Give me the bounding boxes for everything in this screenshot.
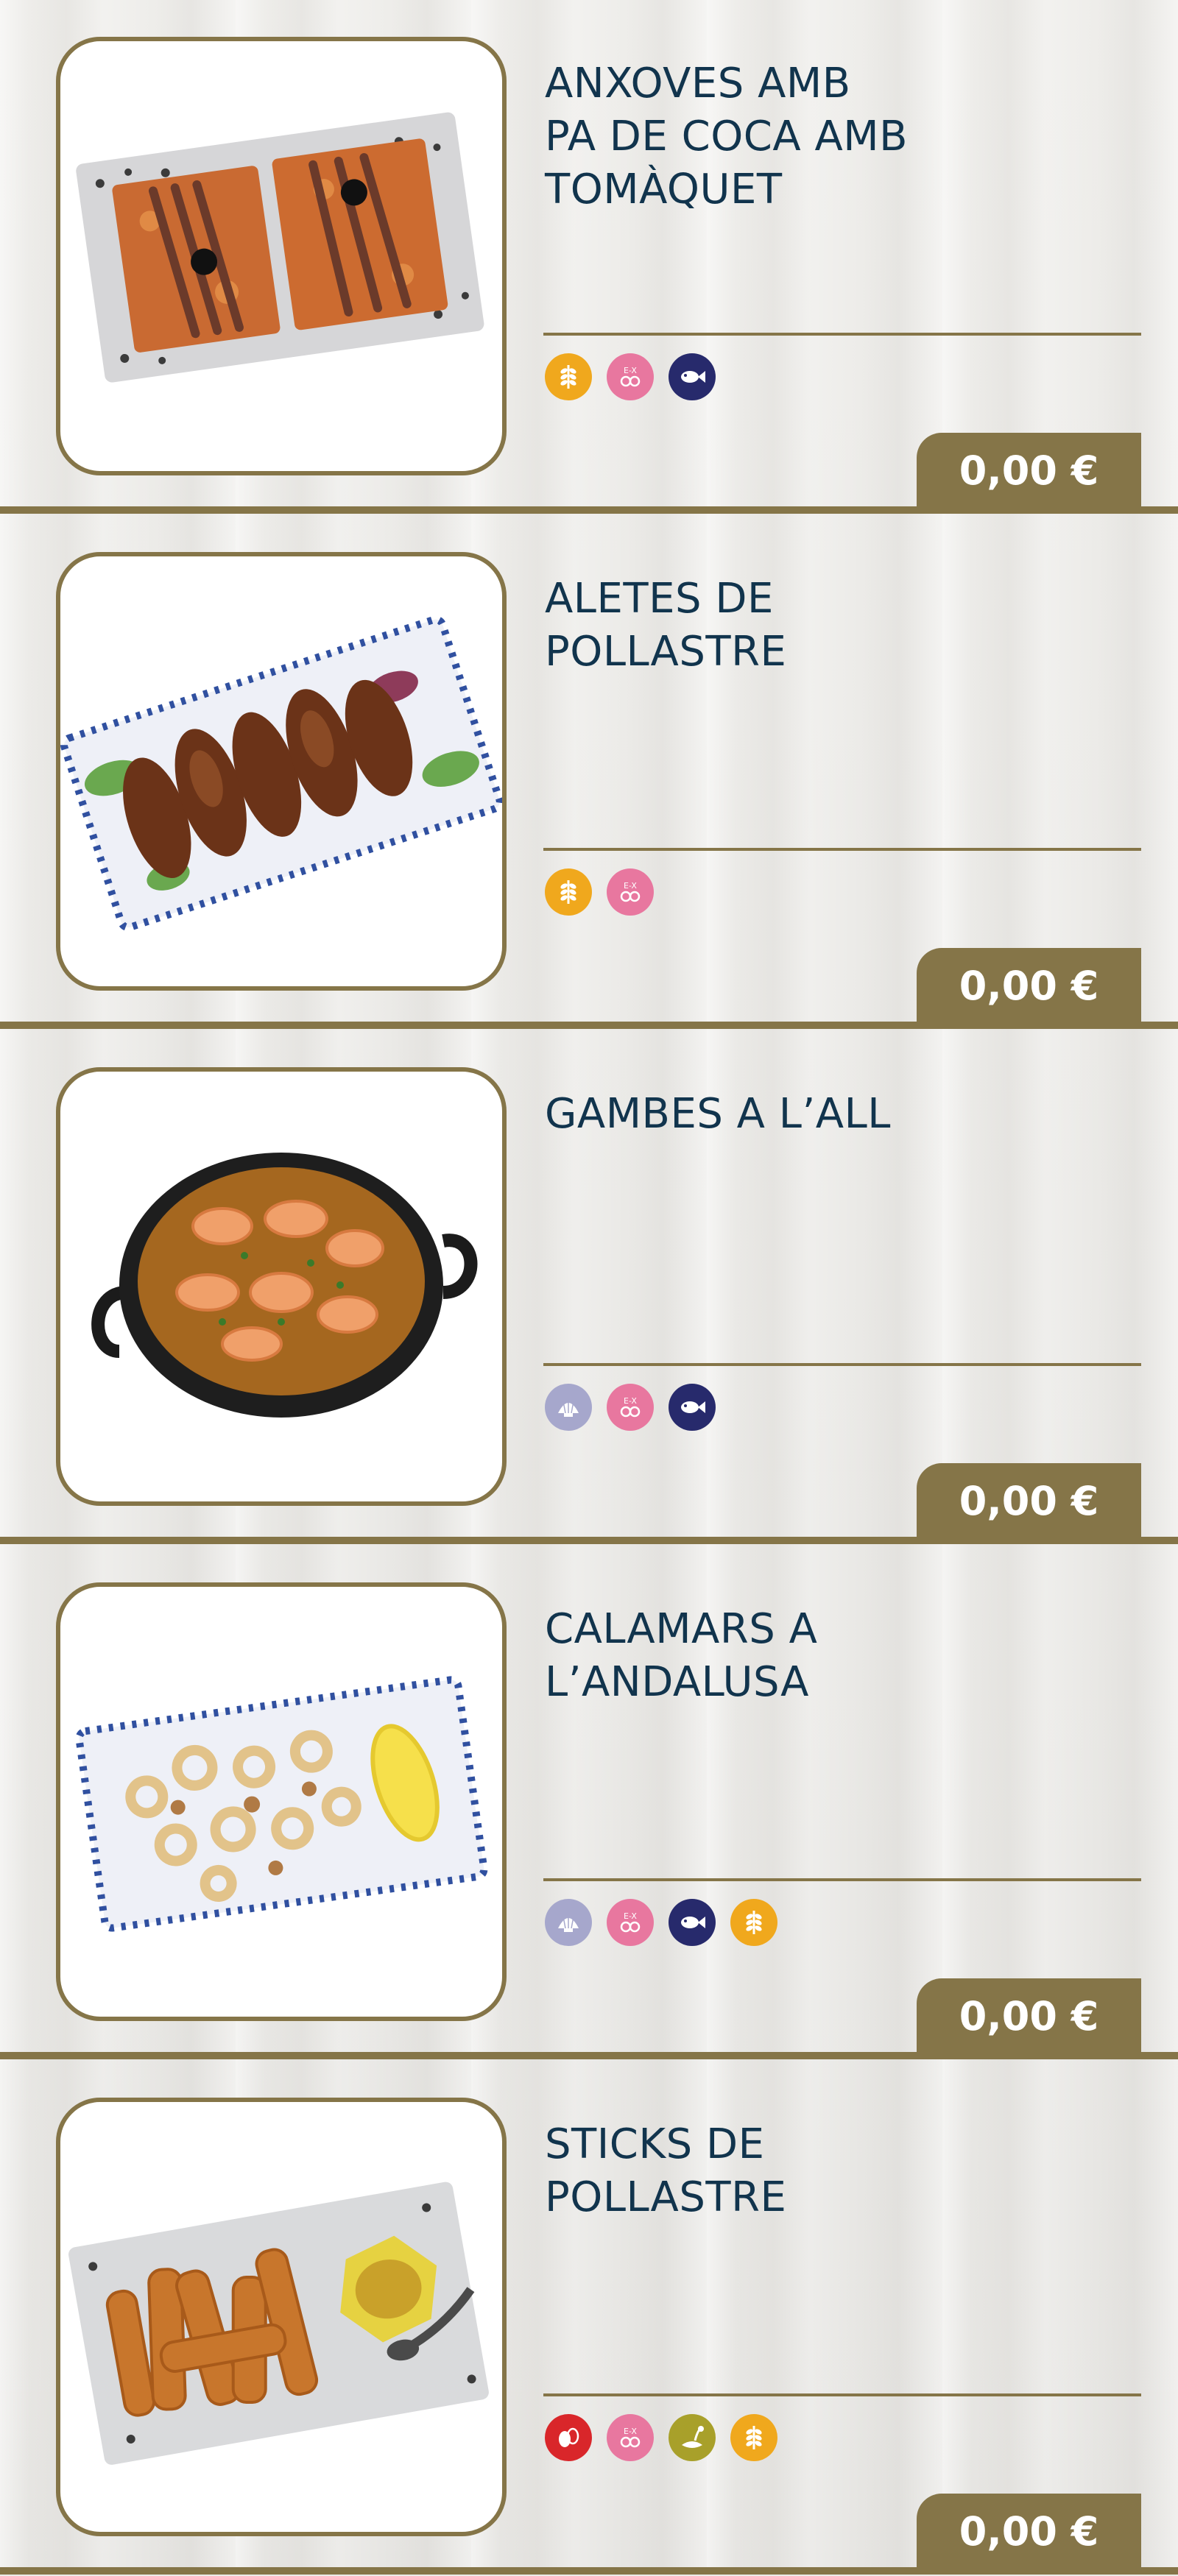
- garlic-prawns-photo: [56, 1067, 507, 1506]
- chicken-wings-photo: [56, 552, 507, 991]
- anchovies-on-tomato-bread-photo: [56, 37, 507, 475]
- sulphites-icon: E-X: [607, 868, 654, 916]
- allergen-list: E-X: [545, 868, 654, 916]
- item-name: ANXOVES AMB PA DE COCA AMB TOMÀQUET: [545, 60, 909, 213]
- item-name: STICKS DE POLLASTRE: [545, 2120, 787, 2221]
- molluscs-icon: [545, 1899, 592, 1946]
- svg-text:E-X: E-X: [624, 1911, 637, 1921]
- item-name: ALETES DE POLLASTRE: [545, 575, 787, 676]
- item-separator: [0, 2052, 1178, 2059]
- gluten-icon: [545, 868, 592, 916]
- menu-page: ANXOVES AMB PA DE COCA AMB TOMÀQUET E-X …: [0, 0, 1178, 2575]
- fish-icon: [669, 353, 716, 400]
- menu-item-garlic-prawns: GAMBES A L’ALL E-X 0,00 €: [0, 1030, 1178, 1546]
- gluten-icon: [545, 353, 592, 400]
- fish-icon: [669, 1384, 716, 1431]
- gluten-icon: [730, 1899, 777, 1946]
- menu-item-chicken-wings: ALETES DE POLLASTRE E-X 0,00 €: [0, 515, 1178, 1030]
- chicken-sticks-photo: [56, 2098, 507, 2536]
- svg-text:E-X: E-X: [624, 2427, 637, 2436]
- fish-icon: [669, 1899, 716, 1946]
- item-separator: [0, 2567, 1178, 2575]
- allergen-list: E-X: [545, 2414, 777, 2461]
- item-separator: [0, 506, 1178, 514]
- svg-text:E-X: E-X: [624, 881, 637, 891]
- price-tag: 0,00 €: [917, 948, 1141, 1023]
- allergen-list: E-X: [545, 353, 716, 400]
- svg-text:E-X: E-X: [624, 1396, 637, 1406]
- sulphites-icon: E-X: [607, 1384, 654, 1431]
- item-name: GAMBES A L’ALL: [545, 1090, 891, 1138]
- sulphites-icon: E-X: [607, 1899, 654, 1946]
- price-tag: 0,00 €: [917, 1978, 1141, 2053]
- allergen-list: E-X: [545, 1384, 716, 1431]
- sulphites-icon: E-X: [607, 353, 654, 400]
- item-divider: [543, 2393, 1141, 2396]
- item-divider: [543, 1363, 1141, 1366]
- item-divider: [543, 848, 1141, 851]
- svg-text:E-X: E-X: [624, 366, 637, 375]
- allergen-list: E-X: [545, 1899, 777, 1946]
- item-name: CALAMARS A L’ANDALUSA: [545, 1605, 818, 1706]
- item-divider: [543, 1878, 1141, 1881]
- item-divider: [543, 333, 1141, 336]
- price-tag: 0,00 €: [917, 433, 1141, 508]
- price-tag: 0,00 €: [917, 2494, 1141, 2569]
- sulphites-icon: E-X: [607, 2414, 654, 2461]
- mustard-icon: [669, 2414, 716, 2461]
- price-tag: 0,00 €: [917, 1463, 1141, 1538]
- molluscs-icon: [545, 1384, 592, 1431]
- gluten-icon: [730, 2414, 777, 2461]
- fried-squid-photo: [56, 1582, 507, 2021]
- menu-item-fried-squid: CALAMARS A L’ANDALUSA E-X 0,00 €: [0, 1546, 1178, 2061]
- eggs-icon: [545, 2414, 592, 2461]
- menu-item-anchovies: ANXOVES AMB PA DE COCA AMB TOMÀQUET E-X …: [0, 0, 1178, 515]
- item-separator: [0, 1537, 1178, 1544]
- item-separator: [0, 1022, 1178, 1029]
- menu-item-chicken-sticks: STICKS DE POLLASTRE E-X 0,00 €: [0, 2061, 1178, 2576]
